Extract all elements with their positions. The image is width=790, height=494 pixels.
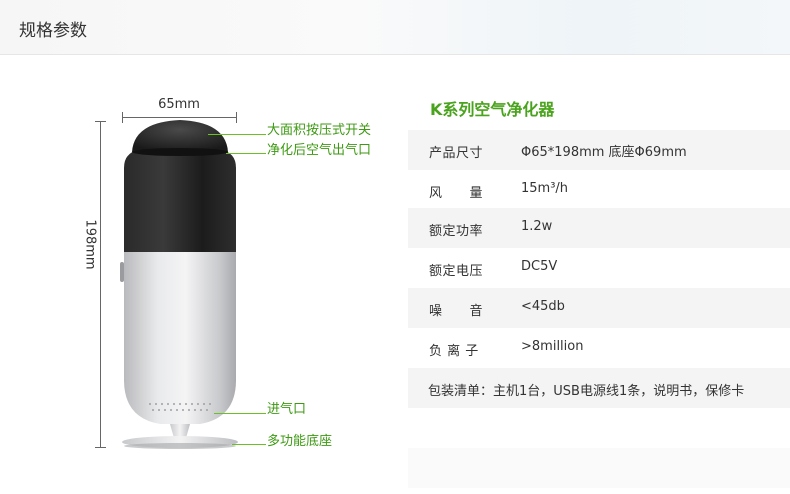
callout-line-inlet <box>214 413 266 414</box>
spec-value: Φ65*198mm 底座Φ69mm <box>521 145 687 160</box>
spec-key: 产品尺寸 <box>429 146 484 161</box>
callout-line-switch <box>208 134 266 135</box>
spec-key: 风 量 <box>429 186 484 201</box>
spec-key: 额定电压 <box>429 264 484 279</box>
spec-key: 负 离 子 <box>429 344 479 359</box>
height-dimension-tick-bottom <box>95 447 106 448</box>
spec-key: 噪 音 <box>429 304 484 319</box>
spec-row-anion: 负 离 子 >8million <box>408 328 790 368</box>
product-name: K系列空气净化器 <box>430 100 555 119</box>
air-purifier-image <box>120 120 238 449</box>
width-dimension-line <box>122 117 236 118</box>
package-list: 包装清单：主机1台，USB电源线1条，说明书，保修卡 <box>428 384 745 399</box>
width-dimension-label: 65mm <box>158 97 200 112</box>
callout-line-outlet <box>226 153 266 154</box>
height-dimension-line <box>100 121 101 447</box>
package-list-row: 包装清单：主机1台，USB电源线1条，说明书，保修卡 <box>408 368 790 408</box>
width-dimension-tick-left <box>122 112 123 123</box>
height-dimension-tick-top <box>95 121 106 122</box>
callout-top-switch: 大面积按压式开关 <box>267 123 372 138</box>
callout-base: 多功能底座 <box>267 434 333 449</box>
spec-value: DC5V <box>521 259 558 274</box>
height-dimension-label: 198mm <box>82 219 98 270</box>
spec-value: 15m³/h <box>521 181 569 196</box>
spec-row-size: 产品尺寸 Φ65*198mm 底座Φ69mm <box>408 130 790 170</box>
spec-row-power: 额定功率 1.2w <box>408 208 790 248</box>
callout-line-base <box>232 444 266 445</box>
spec-key: 额定功率 <box>429 224 484 239</box>
spec-row-noise: 噪 音 <45db <box>408 288 790 328</box>
spec-value: 1.2w <box>521 219 553 234</box>
callout-air-inlet: 进气口 <box>267 402 307 417</box>
spec-value: <45db <box>521 299 565 314</box>
spec-row-airflow: 风 量 15m³/h <box>408 170 790 210</box>
spec-value: >8million <box>521 339 584 354</box>
width-dimension-tick-right <box>236 112 237 123</box>
callout-air-outlet: 净化后空气出气口 <box>267 143 372 158</box>
spec-row-voltage: 额定电压 DC5V <box>408 248 790 288</box>
bottom-strip <box>408 448 790 488</box>
